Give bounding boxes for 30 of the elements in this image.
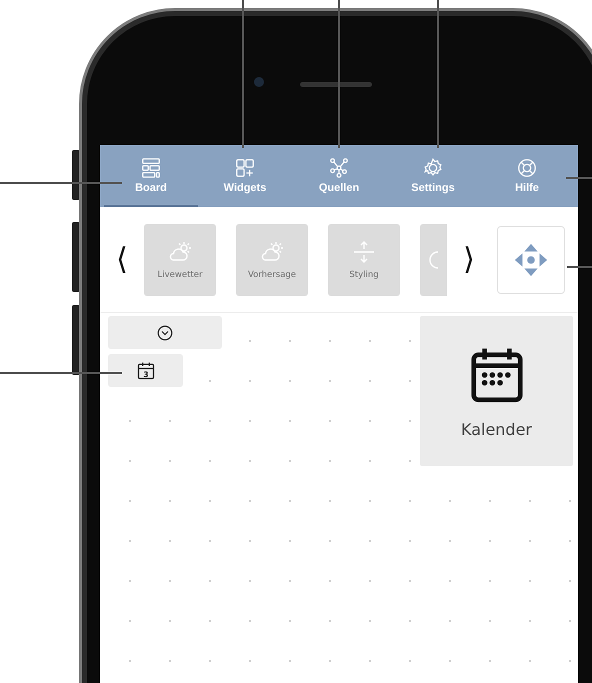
move-button[interactable]	[497, 226, 565, 294]
tab[interactable]: Hilfe	[480, 145, 574, 207]
clock-widget[interactable]	[108, 316, 222, 349]
cloud-sun-icon	[168, 240, 192, 264]
widget-tile[interactable]	[420, 224, 447, 296]
widget-tile[interactable]: Livewetter	[144, 224, 216, 296]
lifebuoy-icon	[516, 156, 538, 178]
board-icon	[140, 156, 162, 178]
tab[interactable]: Settings	[386, 145, 480, 207]
widget-tile[interactable]: Vorhersage	[236, 224, 308, 296]
cloud-sun-icon	[260, 240, 284, 264]
calendar-widget[interactable]: 3	[108, 354, 183, 387]
leader-line	[567, 266, 592, 268]
clock-icon	[156, 324, 174, 342]
leader-line	[566, 177, 592, 178]
tab[interactable]: Quellen	[292, 145, 386, 207]
calendar-panel[interactable]: Kalender	[420, 316, 573, 466]
widgets-icon	[234, 156, 256, 178]
nodes-icon	[328, 156, 350, 178]
previous-button[interactable]: ⟨	[100, 242, 144, 277]
tab[interactable]: Widgets	[198, 145, 292, 207]
settings-icon	[422, 156, 444, 178]
next-button[interactable]: ⟩	[447, 242, 491, 277]
camera-icon	[254, 77, 264, 87]
tab[interactable]: Board	[104, 145, 198, 207]
spacing-icon	[352, 240, 376, 264]
calendar-icon: 3	[136, 360, 156, 380]
speaker-grille	[300, 82, 372, 87]
widget-tile[interactable]: Styling	[328, 224, 400, 296]
panel-label: Kalender	[460, 420, 532, 438]
